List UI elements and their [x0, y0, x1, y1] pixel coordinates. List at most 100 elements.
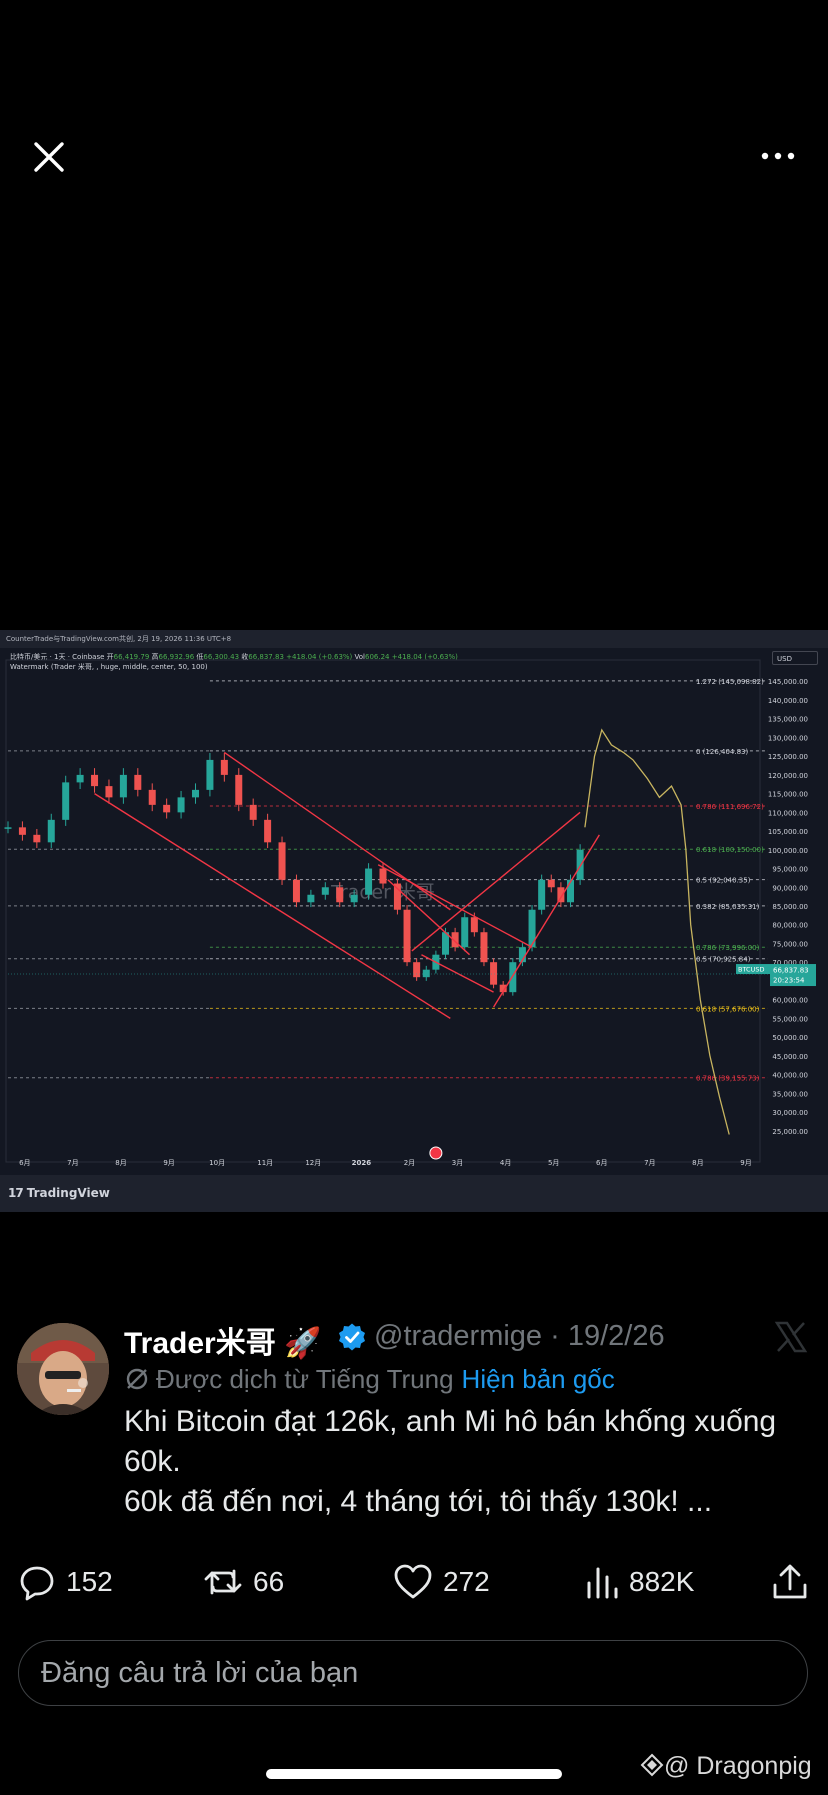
trendline [411, 811, 581, 952]
fib-level-label: 0.5 (92,040.35) [696, 877, 751, 885]
y-tick-label: 105,000.00 [768, 828, 808, 836]
like-count: 272 [443, 1566, 490, 1597]
diamond-logo-icon [640, 1753, 664, 1777]
y-tick-label: 75,000.00 [772, 940, 808, 948]
views-button[interactable]: 882K [585, 1562, 694, 1602]
candle-body [413, 962, 421, 978]
x-tick-label: 9月 [163, 1159, 174, 1167]
trendline [492, 834, 600, 1008]
x-tick-label: 11月 [257, 1159, 273, 1167]
y-tick-label: 40,000.00 [772, 1072, 808, 1080]
y-tick-label: 30,000.00 [772, 1109, 808, 1117]
y-tick-label: 25,000.00 [772, 1128, 808, 1136]
y-tick-label: 80,000.00 [772, 922, 808, 930]
fib-level-label: 1.272 (145,098.82) [696, 678, 764, 686]
candle-body [321, 887, 329, 895]
event-marker-icon [429, 1146, 443, 1160]
avatar[interactable] [17, 1323, 109, 1415]
price-tag-symbol: BTCUSD [738, 966, 764, 974]
y-tick-label: 95,000.00 [772, 866, 808, 874]
watermark-text: @ Dragonpig [664, 1752, 812, 1780]
y-tick-label: 135,000.00 [768, 716, 808, 724]
y-tick-label: 55,000.00 [772, 1015, 808, 1023]
show-original-link[interactable]: Hiện bản gốc [462, 1364, 615, 1394]
y-tick-label: 125,000.00 [768, 753, 808, 761]
share-icon [773, 1564, 807, 1599]
watermark: @ Dragonpig [640, 1752, 812, 1781]
x-logo-icon [774, 1321, 808, 1353]
candle-body [163, 804, 171, 813]
more-horizontal-icon[interactable] [758, 146, 798, 166]
x-tick-label: 10月 [209, 1159, 225, 1167]
candle-body [538, 879, 546, 910]
close-icon[interactable] [30, 138, 68, 176]
user-handle-and-date[interactable]: @tradermige · 19/2/26 [374, 1320, 665, 1353]
tweet-text[interactable]: Khi Bitcoin đạt 126k, anh Mi hô bán khốn… [124, 1402, 814, 1522]
candle-body [480, 932, 488, 963]
fib-level-label: 0 (126,404.83) [696, 748, 748, 756]
views-count: 882K [629, 1566, 695, 1597]
candle-body [278, 842, 286, 880]
price-tag-time: 20:23:54 [773, 977, 805, 985]
views-icon [587, 1567, 618, 1599]
candle-body [148, 789, 156, 805]
like-button[interactable]: 272 [393, 1562, 490, 1602]
fib-level-label: 0.382 (85,035.31) [696, 903, 760, 911]
candle-body [192, 789, 199, 798]
price-tag-price: 66,837.83 [773, 967, 809, 975]
y-tick-label: 115,000.00 [768, 791, 808, 799]
price-chart: 145,000.00 140,000.00 135,000.00 130,000.00… [4, 659, 816, 1167]
translation-row: Được dịch từ Tiếng Trung Hiện bản gốc [124, 1364, 615, 1395]
plot-frame [5, 659, 761, 1163]
tradingview-brand-text: TradingView [26, 1186, 110, 1200]
x-tick-label: 4月 [500, 1159, 511, 1167]
home-indicator[interactable] [266, 1769, 562, 1779]
candle-body [62, 782, 70, 820]
fib-level-label: 0.5 (70,925.84) [696, 956, 751, 964]
retweet-icon [204, 1569, 242, 1595]
x-tick-label: 2026 [352, 1159, 372, 1167]
fib-level-label: 0.786 (39,155.73) [696, 1075, 760, 1083]
candle-body [547, 879, 555, 888]
reply-count: 152 [66, 1566, 113, 1597]
fib-level-label: 0.618 (100,150.00) [696, 846, 764, 854]
y-tick-label: 120,000.00 [768, 772, 808, 780]
y-tick-label: 50,000.00 [772, 1034, 808, 1042]
candle-body [134, 774, 142, 790]
x-tick-label: 12月 [305, 1159, 321, 1167]
fib-level-label: 0.618 (57,676.00) [696, 1005, 760, 1013]
candle-body [393, 883, 401, 910]
x-tick-label: 8月 [692, 1159, 703, 1167]
x-tick-label: 6月 [19, 1159, 30, 1167]
retweet-button[interactable]: 66 [203, 1562, 284, 1602]
candle-body [264, 819, 272, 843]
candle-body [350, 894, 358, 903]
share-button[interactable] [772, 1562, 818, 1602]
candle-body [47, 819, 55, 843]
candle-body [76, 774, 84, 783]
candle-body [249, 804, 257, 820]
candle-body [235, 774, 243, 805]
y-tick-label: 130,000.00 [768, 734, 808, 742]
candle-body [220, 759, 228, 775]
candle-body [105, 786, 113, 798]
tweet-text-line: 60k. [124, 1445, 181, 1478]
x-tick-label: 7月 [67, 1159, 78, 1167]
candle-body [336, 887, 344, 903]
chart-footer [0, 1175, 828, 1212]
reply-input[interactable]: Đăng câu trả lời của bạn [18, 1640, 808, 1706]
display-name[interactable]: Trader米哥 🚀 [124, 1318, 321, 1362]
y-tick-label: 35,000.00 [772, 1090, 808, 1098]
y-tick-label: 60,000.00 [772, 997, 808, 1005]
candle-body [292, 879, 300, 903]
avatar-image [17, 1323, 109, 1415]
heart-icon [394, 1564, 432, 1599]
reply-button[interactable]: 152 [18, 1562, 113, 1602]
candle-body [177, 797, 185, 813]
candle-body [91, 774, 99, 787]
translation-note: Được dịch từ Tiếng Trung [156, 1364, 454, 1394]
retweet-count: 66 [253, 1566, 285, 1597]
translate-icon [126, 1368, 148, 1390]
y-tick-label: 140,000.00 [768, 697, 808, 705]
candle-body [206, 759, 214, 790]
